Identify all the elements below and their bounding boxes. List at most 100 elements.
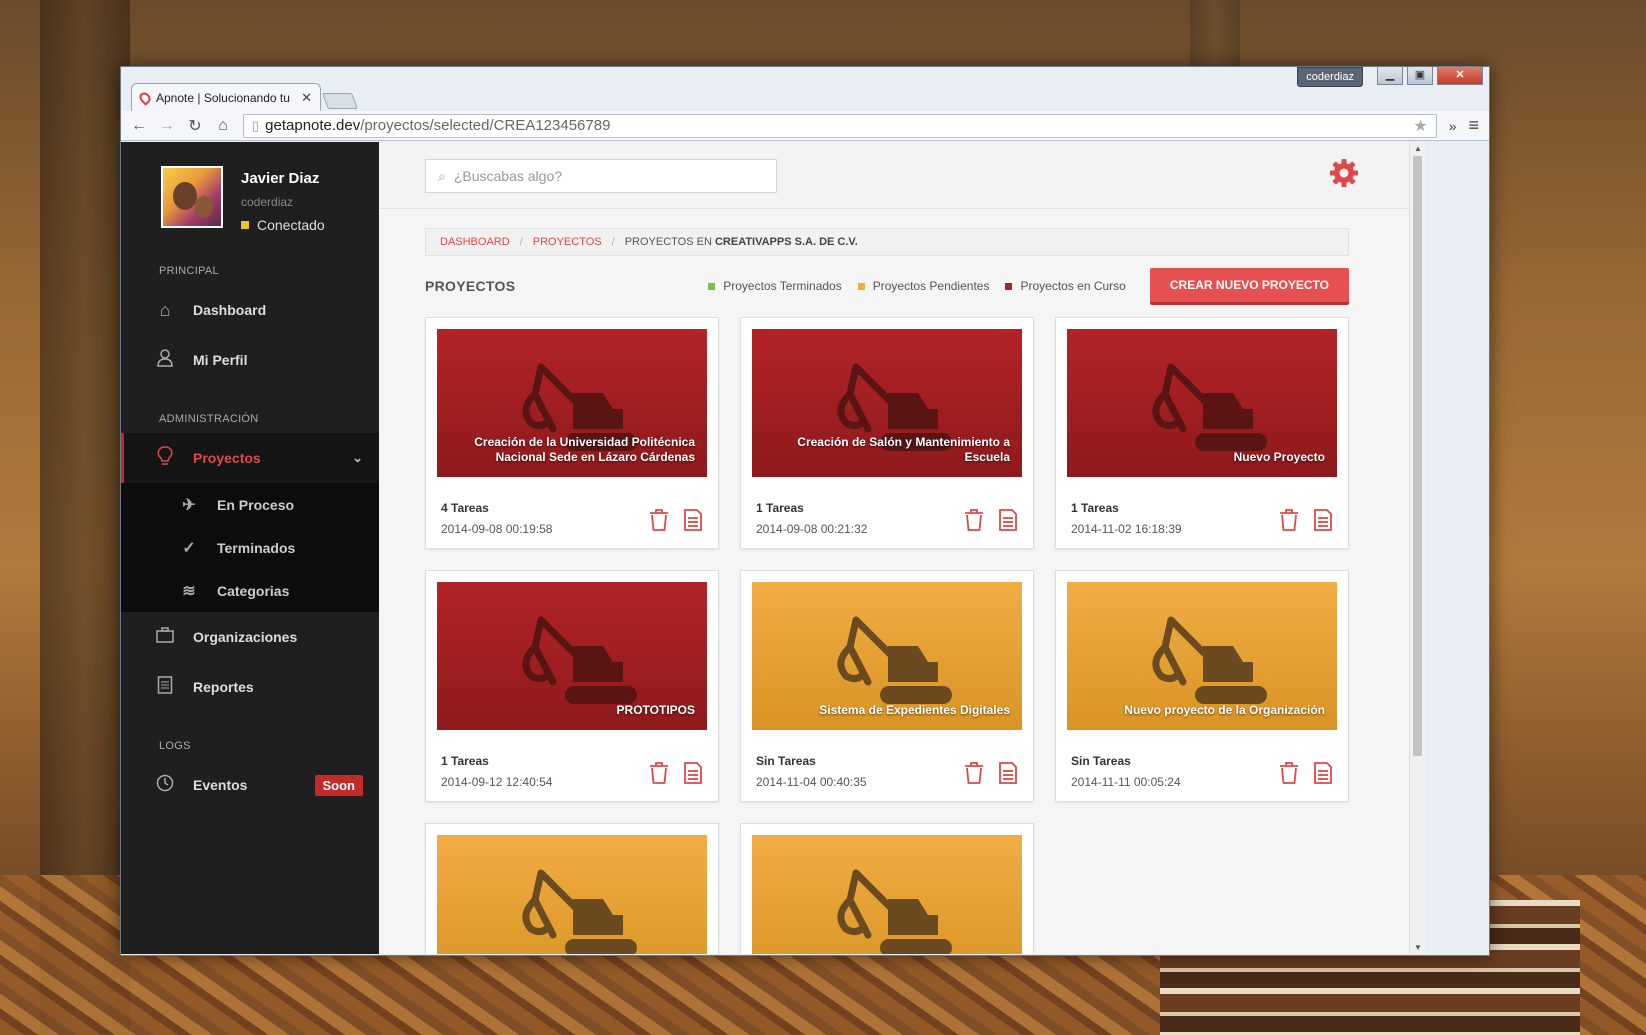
address-bar[interactable]: ▯ getapnote.dev/proyectos/selected/CREA1…: [243, 113, 1437, 138]
search-box[interactable]: ⌕: [425, 159, 777, 193]
trash-icon[interactable]: [963, 761, 985, 785]
project-card[interactable]: [740, 823, 1034, 954]
pin-favicon-icon: [137, 89, 153, 106]
scroll-up-icon[interactable]: ▲: [1414, 144, 1422, 153]
project-card[interactable]: Nuevo Proyecto 1 Tareas 2014-11-02 16:18…: [1055, 317, 1349, 549]
scroll-down-icon[interactable]: ▼: [1414, 943, 1422, 952]
project-card[interactable]: Creación de la Universidad Politécnica N…: [425, 317, 719, 549]
breadcrumb: DASHBOARD / PROYECTOS / PROYECTOS EN CRE…: [425, 228, 1349, 256]
status-legend: Proyectos Terminados Proyectos Pendiente…: [708, 279, 1126, 293]
menu-icon[interactable]: ≡: [1468, 115, 1479, 136]
project-tasks: Sin Tareas: [1071, 754, 1131, 768]
status-label: Conectado: [257, 217, 325, 233]
project-thumbnail[interactable]: Nuevo Proyecto: [1067, 329, 1337, 477]
sidebar-item-dashboard[interactable]: ⌂ Dashboard: [121, 285, 379, 335]
close-window-button[interactable]: ✕: [1437, 67, 1483, 85]
trash-icon[interactable]: [648, 508, 670, 532]
gear-icon[interactable]: [1329, 158, 1359, 188]
project-thumbnail[interactable]: Nuevo proyecto de la Organización: [1067, 582, 1337, 730]
page-icon: ▯: [252, 117, 260, 133]
sidebar-item-label: Mi Perfil: [193, 352, 248, 368]
legend-swatch-progress: [1005, 282, 1013, 290]
user-name: Javier Diaz: [241, 170, 320, 187]
project-card[interactable]: Nuevo proyecto de la Organización Sin Ta…: [1055, 570, 1349, 802]
legend-label: Proyectos en Curso: [1020, 279, 1126, 293]
project-date: 2014-11-04 00:40:35: [756, 775, 867, 789]
reload-icon[interactable]: ↻: [187, 116, 203, 136]
breadcrumb-proyectos[interactable]: PROYECTOS: [533, 236, 602, 248]
forward-icon[interactable]: →: [159, 117, 175, 135]
legend-item-done: Proyectos Terminados: [708, 279, 842, 293]
sidebar-item-organizaciones[interactable]: Organizaciones: [121, 612, 379, 662]
avatar[interactable]: [161, 166, 223, 228]
home-icon[interactable]: ⌂: [215, 117, 231, 135]
trash-icon[interactable]: [1278, 508, 1300, 532]
breadcrumb-current-org: CREATIVAPPS S.A. DE C.V.: [714, 236, 858, 248]
search-input[interactable]: [453, 168, 764, 184]
document-icon: [157, 675, 173, 694]
extensions-chevron-icon[interactable]: »: [1449, 118, 1457, 134]
project-card[interactable]: Sistema de Expedientes Digitales Sin Tar…: [740, 570, 1034, 802]
sidebar-item-reportes[interactable]: Reportes: [121, 662, 379, 712]
breadcrumb-dashboard[interactable]: DASHBOARD: [440, 236, 510, 248]
sidebar-item-eventos[interactable]: Eventos Soon: [121, 760, 379, 810]
submenu-item-en-proceso[interactable]: ✈ En Proceso: [121, 483, 379, 526]
sidebar-item-label: Eventos: [193, 777, 248, 793]
project-thumbnail[interactable]: [752, 835, 1022, 954]
document-icon[interactable]: [997, 508, 1019, 532]
briefcase-icon: [155, 626, 175, 648]
back-icon[interactable]: ←: [131, 117, 147, 135]
scrollbar[interactable]: ▲ ▼: [1409, 142, 1425, 954]
page-viewport: Javier Diaz coderdiaz Conectado PRINCIPA…: [121, 142, 1409, 954]
project-tasks: 1 Tareas: [1071, 501, 1119, 515]
project-actions: [648, 761, 704, 785]
project-title: Nuevo proyecto de la Organización: [1124, 703, 1325, 717]
project-card[interactable]: PROTOTIPOS 1 Tareas 2014-09-12 12:40:54: [425, 570, 719, 802]
section-label-administracion: ADMINISTRACIÓN: [159, 413, 259, 425]
project-actions: [1278, 508, 1334, 532]
create-project-button[interactable]: CREAR NUEVO PROYECTO: [1149, 267, 1349, 305]
sidebar-item-mi-perfil[interactable]: Mi Perfil: [121, 335, 379, 385]
breadcrumb-current-prefix: PROYECTOS EN: [624, 236, 712, 248]
minimize-button[interactable]: ▁: [1377, 67, 1403, 85]
project-thumbnail[interactable]: Creación de la Universidad Politécnica N…: [437, 329, 707, 477]
document-icon[interactable]: [682, 508, 704, 532]
project-thumbnail[interactable]: [437, 835, 707, 954]
document-icon[interactable]: [1312, 761, 1334, 785]
project-tasks: 4 Tareas: [441, 501, 489, 515]
lightbulb-icon: [155, 445, 175, 471]
legend-item-pending: Proyectos Pendientes: [857, 279, 989, 293]
excavator-icon: [837, 616, 952, 704]
document-icon[interactable]: [1312, 508, 1334, 532]
project-thumbnail[interactable]: Sistema de Expedientes Digitales: [752, 582, 1022, 730]
project-title: Creación de Salón y Mantenimiento a Escu…: [797, 435, 1010, 464]
project-card[interactable]: Creación de Salón y Mantenimiento a Escu…: [740, 317, 1034, 549]
scrollbar-thumb[interactable]: [1413, 156, 1422, 756]
main-content: ⌕ ¿Buscabas algo? DASHBOARD / PROYECTOS …: [379, 142, 1409, 954]
bookmark-star-icon[interactable]: ★: [1413, 116, 1427, 136]
tab-bar: Apnote | Solucionando tu ✕: [131, 83, 358, 111]
sidebar-item-label: Organizaciones: [193, 629, 298, 645]
close-tab-icon[interactable]: ✕: [301, 90, 312, 106]
submenu-item-categorias[interactable]: ≋ Categorias: [121, 569, 379, 612]
excavator-icon: [522, 616, 637, 704]
trash-icon[interactable]: [963, 508, 985, 532]
layers-icon: ≋: [182, 582, 196, 600]
new-tab-button[interactable]: [322, 93, 358, 109]
browser-tab[interactable]: Apnote | Solucionando tu ✕: [131, 83, 321, 111]
submenu-item-terminados[interactable]: ✓ Terminados: [121, 526, 379, 569]
browser-toolbar: ← → ↻ ⌂ ▯ getapnote.dev/proyectos/select…: [121, 111, 1489, 141]
sidebar-item-proyectos[interactable]: Proyectos ⌄: [121, 433, 379, 483]
project-title: Nuevo Proyecto: [1233, 450, 1325, 464]
project-thumbnail[interactable]: PROTOTIPOS: [437, 582, 707, 730]
project-card[interactable]: [425, 823, 719, 954]
document-icon[interactable]: [682, 761, 704, 785]
trash-icon[interactable]: [648, 761, 670, 785]
breadcrumb-separator: /: [519, 236, 523, 248]
document-icon[interactable]: [997, 761, 1019, 785]
sidebar-item-label: Proyectos: [193, 450, 261, 466]
project-thumbnail[interactable]: Creación de Salón y Mantenimiento a Escu…: [752, 329, 1022, 477]
trash-icon[interactable]: [1278, 761, 1300, 785]
os-user-badge: coderdiaz: [1297, 67, 1363, 87]
maximize-button[interactable]: ▣: [1407, 67, 1433, 85]
